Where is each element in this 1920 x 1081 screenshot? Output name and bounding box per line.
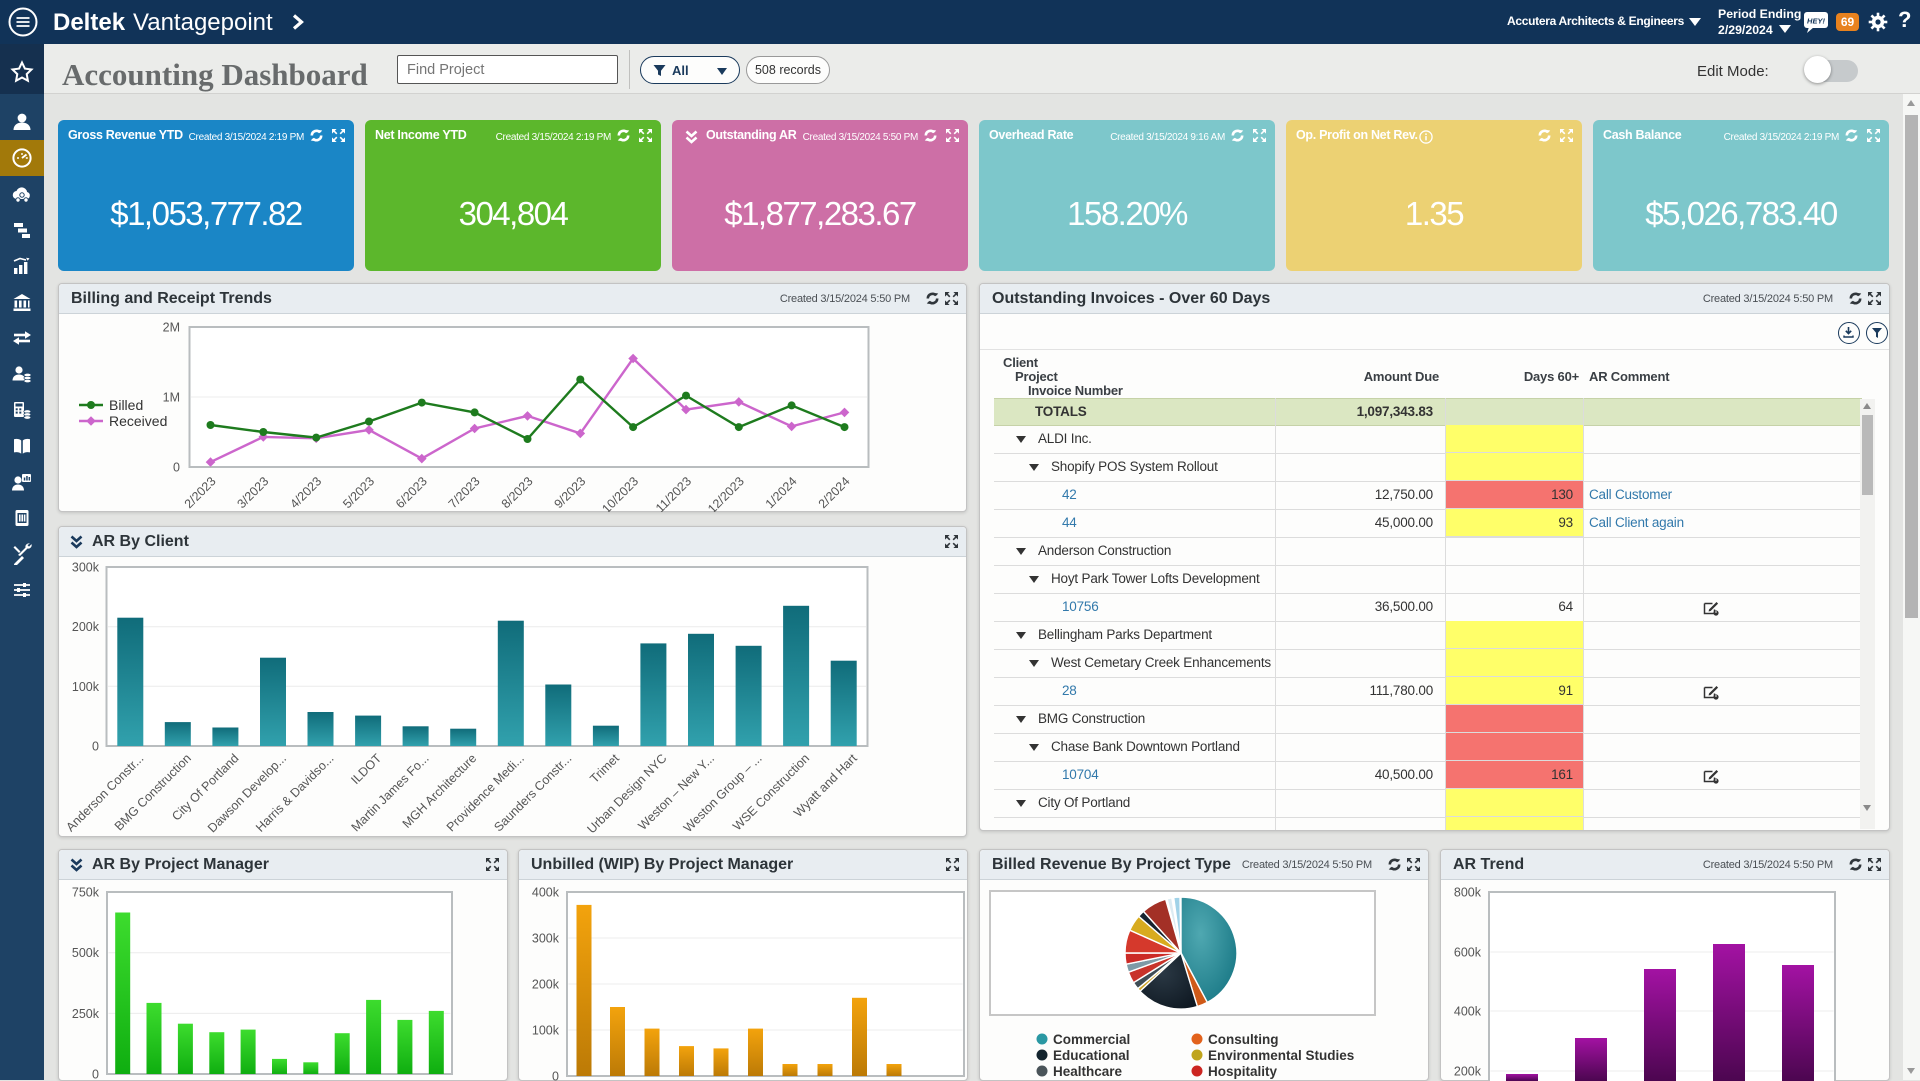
svg-text:200k: 200k [1454,1065,1482,1079]
svg-text:400k: 400k [532,886,560,900]
svg-text:2M: 2M [163,321,180,335]
svg-text:ILDOT: ILDOT [348,751,384,787]
svg-text:400k: 400k [1454,1005,1482,1019]
svg-text:10/2023: 10/2023 [599,474,641,512]
svg-text:6/2023: 6/2023 [393,474,430,511]
svg-text:Educational: Educational [1053,1048,1130,1063]
svg-text:11/2023: 11/2023 [653,474,694,512]
svg-text:Commercial: Commercial [1053,1032,1130,1047]
svg-text:Consulting: Consulting [1208,1032,1279,1047]
svg-text:Trimet: Trimet [587,751,622,786]
svg-text:600k: 600k [1454,946,1482,960]
svg-text:200k: 200k [72,620,100,634]
svg-text:0: 0 [92,1068,99,1081]
svg-text:3/2023: 3/2023 [234,474,271,511]
svg-text:2/2023: 2/2023 [182,474,219,511]
svg-text:250k: 250k [72,1007,100,1021]
svg-text:9/2023: 9/2023 [551,474,588,511]
svg-text:2/2024: 2/2024 [816,474,853,511]
svg-text:800k: 800k [1454,886,1482,900]
svg-text:Environmental Studies: Environmental Studies [1208,1048,1354,1063]
svg-text:8/2023: 8/2023 [499,474,536,511]
svg-text:4/2023: 4/2023 [287,474,324,511]
svg-text:0: 0 [173,461,180,475]
svg-text:0: 0 [552,1070,559,1081]
svg-text:HEY!: HEY! [1807,17,1825,26]
svg-text:200k: 200k [532,978,560,992]
svg-text:100k: 100k [72,680,100,694]
svg-text:500k: 500k [72,946,100,960]
svg-text:Hospitality: Hospitality [1208,1064,1278,1079]
svg-text:Billed: Billed [109,397,143,413]
svg-text:12/2023: 12/2023 [705,474,747,512]
svg-text:Anderson Constr...: Anderson Constr... [63,751,146,834]
svg-text:5/2023: 5/2023 [340,474,377,511]
svg-text:750k: 750k [72,886,100,900]
svg-text:100k: 100k [532,1024,560,1038]
svg-text:300k: 300k [532,932,560,946]
svg-text:Received: Received [109,413,167,429]
svg-text:0: 0 [92,740,99,754]
svg-text:1/2024: 1/2024 [763,474,800,511]
svg-text:Healthcare: Healthcare [1053,1064,1123,1079]
svg-text:Urban Design NYC: Urban Design NYC [584,751,669,836]
svg-text:1M: 1M [163,391,180,405]
svg-text:7/2023: 7/2023 [446,474,483,511]
svg-text:300k: 300k [72,561,100,575]
